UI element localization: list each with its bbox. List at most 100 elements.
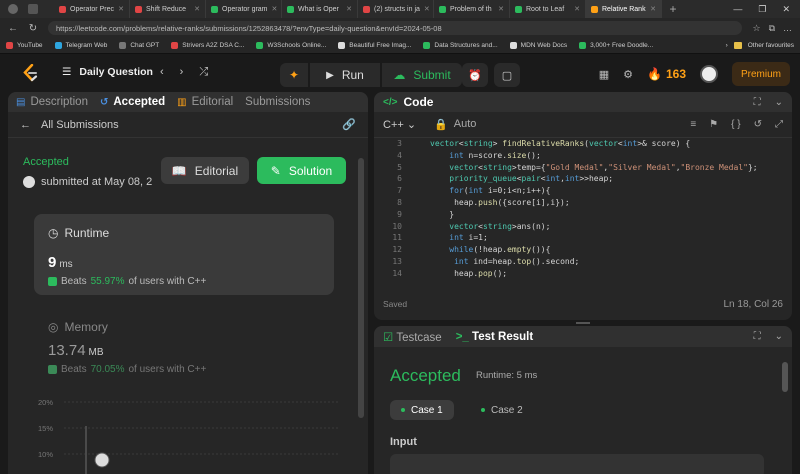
browser-tab[interactable]: What is Oper ✕ [282,0,358,18]
code-panel: </> Code ⛶ ⌄ C++ ⌄ 🔒 Auto ≡ ⚑ { } ↺ ⤢ 3 ve… [374,92,792,320]
profile-icon[interactable] [8,4,18,14]
browser-tab[interactable]: Shift Reduce ✕ [130,0,206,18]
tab-test-result[interactable]: >_ Test Result [456,331,533,343]
fullscreen-icon[interactable]: ⤢ [775,119,783,130]
favorite-icon[interactable]: ☆ [752,23,760,34]
notes-button[interactable]: ▢ [494,63,520,87]
test-scrollbar[interactable] [782,362,788,392]
code-line[interactable]: 14 heap.pop(); [374,269,792,281]
bookmark-item[interactable]: Data Structures and... [423,42,498,49]
code-line[interactable]: 8 heap.push({score[i],i}); [374,198,792,210]
settings-gear-icon[interactable]: ⚙ [623,68,633,81]
bookmark-icon[interactable]: ⚑ [709,119,718,130]
bookmark-item[interactable]: MDN Web Docs [509,42,567,49]
run-button[interactable]: ▶ Run [310,63,380,87]
submit-button[interactable]: ☁ Submit [382,63,462,87]
tab-close-icon[interactable]: ✕ [194,5,200,13]
tab-actions-icon[interactable] [28,4,38,14]
solution-button[interactable]: ✎ Solution [257,157,346,184]
code-line[interactable]: 10 vector<string>ans(n); [374,222,792,234]
shuffle-icon[interactable]: ⤮ [199,66,208,79]
code-editor[interactable]: 3 vector<string> findRelativeRanks(vector… [374,139,792,284]
bookmark-item[interactable]: Chat GPT [119,42,159,49]
streak-counter[interactable]: 🔥 163 [647,67,686,81]
browser-tab[interactable]: (2) structs in ja ✕ [358,0,434,18]
code-line[interactable]: 9 } [374,210,792,222]
bookmark-item[interactable]: YouTube [6,42,43,49]
tab-submissions[interactable]: Submissions [245,96,310,108]
tab-accepted[interactable]: ↺ Accepted [100,96,165,108]
extensions-icon[interactable]: ⧉ [769,23,775,34]
case-2-tab[interactable]: Case 2 [470,400,534,420]
code-line[interactable]: 4 int n=score.size(); [374,151,792,163]
code-line[interactable]: 7 for(int i=0;i<n;i++){ [374,186,792,198]
debug-button[interactable]: ✦ [280,63,308,87]
back-arrow-icon[interactable]: ← [20,119,31,131]
input-box[interactable] [390,454,764,474]
bookmark-item[interactable]: Telegram Web [54,42,107,49]
timer-button[interactable]: ⏰ [462,63,488,87]
next-problem-icon[interactable]: › [180,66,184,79]
bookmark-item[interactable]: W3Schools Online... [256,42,326,49]
code-line[interactable]: 6 priority_queue<pair<int,int>>heap; [374,174,792,186]
browser-tab[interactable]: Relative Rank ✕ [586,0,662,18]
tab-close-icon[interactable]: ✕ [498,5,504,13]
premium-button[interactable]: Premium [732,62,790,86]
expand-icon[interactable]: ⛶ [754,331,761,342]
browser-tab[interactable]: Root to Leaf ✕ [510,0,586,18]
tab-close-icon[interactable]: ✕ [574,5,580,13]
braces-icon[interactable]: { } [731,119,740,130]
format-icon[interactable]: ≡ [690,119,696,130]
back-icon[interactable]: ← [8,23,18,34]
other-favourites[interactable]: › Other favourites [726,42,794,49]
distribution-chart[interactable]: 20% 15% 10% [30,392,340,474]
bookmark-item[interactable]: Strivers A2Z DSA C... [171,42,244,49]
auto-mode[interactable]: 🔒 Auto [434,118,476,131]
link-icon[interactable]: 🔗 [342,118,356,131]
bookmark-item[interactable]: Beautiful Free Imag... [338,42,411,49]
vertical-resize-handle[interactable] [369,92,373,474]
url-field[interactable]: https://leetcode.com/problems/relative-r… [48,21,743,35]
daily-question-label: Daily Question [79,66,153,78]
tab-close-icon[interactable]: ✕ [118,5,124,13]
runtime-card[interactable]: ◷ Runtime 9 ms Beats 55.97% of users with… [34,214,334,295]
tab-description[interactable]: ▤ Description [16,96,88,108]
bookmark-item[interactable]: 3,000+ Free Doodle... [579,42,653,49]
layout-icon[interactable]: ▦ [599,68,609,81]
all-submissions-link[interactable]: All Submissions [41,119,119,131]
collapse-icon[interactable]: ⌄ [775,97,783,108]
code-line[interactable]: 12 while(!heap.empty()){ [374,245,792,257]
minimize-icon[interactable]: — [733,4,742,15]
chevron-down-icon[interactable]: ⌄ [775,331,783,342]
tab-close-icon[interactable]: ✕ [650,5,656,13]
code-line[interactable]: 11 int i=1; [374,233,792,245]
code-line[interactable]: 3 vector<string> findRelativeRanks(vector… [374,139,792,151]
browser-tab[interactable]: Operator Prec ✕ [54,0,130,18]
code-line[interactable]: 5 vector<string>temp={"Gold Medal","Silv… [374,163,792,175]
maximize-icon[interactable]: ❐ [758,4,766,15]
tab-testcase[interactable]: ☑ Testcase [383,330,442,344]
new-tab-button[interactable]: + [662,2,684,16]
tab-close-icon[interactable]: ✕ [424,5,430,13]
leetcode-logo-icon[interactable] [22,64,38,82]
editorial-button[interactable]: 📖 Editorial [161,157,249,184]
tab-editorial[interactable]: ▥ Editorial [177,96,233,108]
prev-problem-icon[interactable]: ‹ [160,66,164,79]
case-1-tab[interactable]: Case 1 [390,400,454,420]
left-scrollbar[interactable] [358,158,364,418]
tab-close-icon[interactable]: ✕ [272,5,278,13]
code-line[interactable]: 13 int ind=heap.top().second; [374,257,792,269]
memory-card[interactable]: ◎ Memory 13.74 MB Beats 70.05% of users w… [48,320,206,375]
daily-question-menu[interactable]: ☰ Daily Question [62,66,153,78]
user-avatar[interactable] [700,65,718,83]
language-select[interactable]: C++ ⌄ [383,118,416,131]
close-icon[interactable]: ✕ [782,4,790,15]
tab-close-icon[interactable]: ✕ [346,5,352,13]
menu-icon[interactable]: … [783,23,792,34]
maximize-panel-icon[interactable]: ⛶ [754,97,761,108]
refresh-icon[interactable]: ↻ [28,23,38,34]
chart-tick-15: 15% [38,424,53,433]
reset-icon[interactable]: ↺ [754,119,762,130]
browser-tab[interactable]: Operator gram ✕ [206,0,282,18]
browser-tab[interactable]: Problem of th ✕ [434,0,510,18]
